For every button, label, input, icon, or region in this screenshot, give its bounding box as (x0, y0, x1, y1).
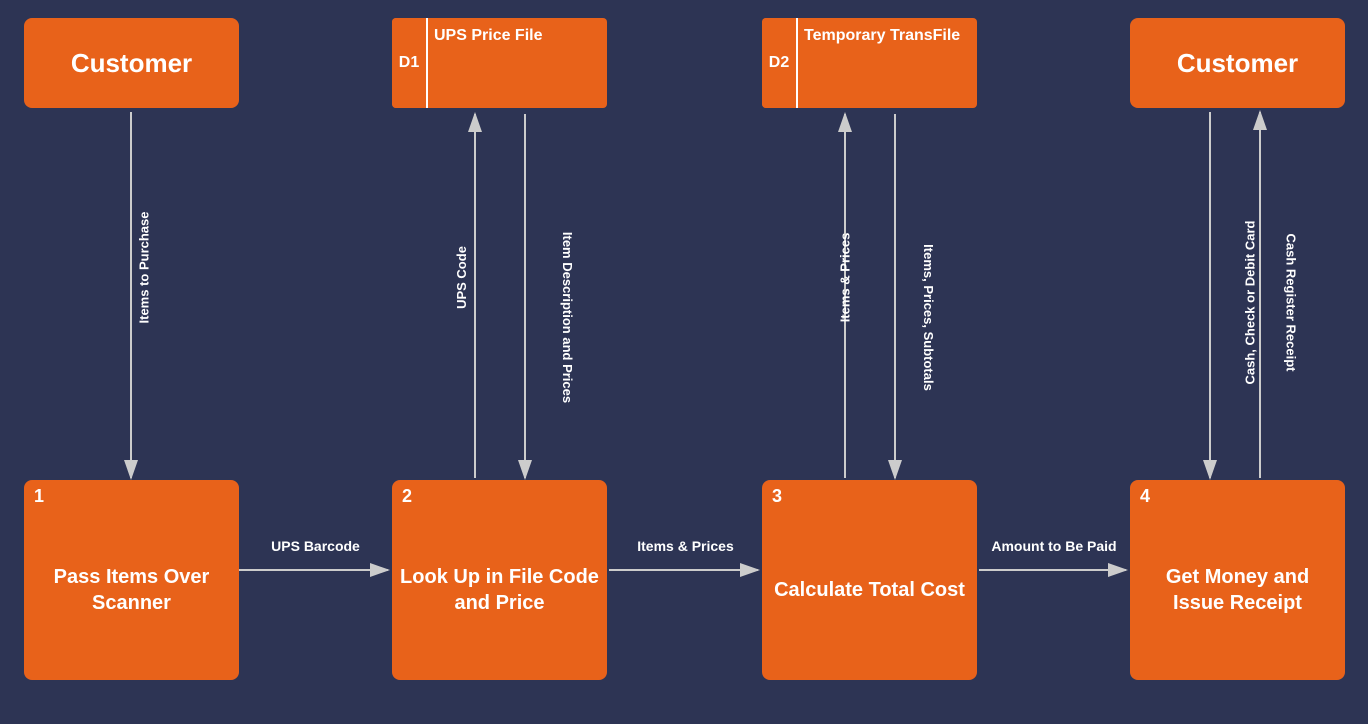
process-2-label: Look Up in File Code and Price (400, 564, 599, 616)
process-2-number: 2 (402, 486, 412, 507)
process-1-box: 1 Pass Items Over Scanner (24, 480, 239, 680)
label-cash-check: Cash, Check or Debit Card (1243, 221, 1258, 385)
process-3-number: 3 (772, 486, 782, 507)
d2-code: D2 (762, 18, 798, 108)
label-ups-barcode: UPS Barcode (248, 538, 383, 554)
d2-datastore: D2 Temporary TransFile (762, 18, 977, 108)
process-4-box: 4 Get Money and Issue Receipt (1130, 480, 1345, 680)
label-items-prices-horiz: Items & Prices (618, 538, 753, 554)
diagram-container: Customer D1 UPS Price File D2 Temporary … (0, 0, 1368, 724)
d1-name: UPS Price File (428, 18, 549, 55)
customer-right-box: Customer (1130, 18, 1345, 108)
label-item-description: Item Description and Prices (560, 232, 575, 403)
d1-datastore: D1 UPS Price File (392, 18, 607, 108)
label-items-to-purchase: Items to Purchase (137, 212, 152, 324)
label-items-prices-subtotals: Items, Prices, Subtotals (921, 244, 936, 391)
process-1-label: Pass Items Over Scanner (32, 564, 231, 616)
label-amount-paid: Amount to Be Paid (986, 538, 1122, 554)
process-3-label: Calculate Total Cost (774, 577, 965, 603)
customer-left-label: Customer (71, 48, 192, 79)
d2-name: Temporary TransFile (798, 18, 966, 55)
process-1-number: 1 (34, 486, 44, 507)
label-items-prices-vert: Items & Prices (837, 233, 852, 323)
customer-right-label: Customer (1177, 48, 1298, 79)
customer-left-box: Customer (24, 18, 239, 108)
process-3-box: 3 Calculate Total Cost (762, 480, 977, 680)
process-4-label: Get Money and Issue Receipt (1138, 564, 1337, 616)
d1-code: D1 (392, 18, 428, 108)
process-4-number: 4 (1140, 486, 1150, 507)
process-2-box: 2 Look Up in File Code and Price (392, 480, 607, 680)
label-cash-register-receipt: Cash Register Receipt (1284, 234, 1299, 372)
label-ups-code: UPS Code (454, 246, 469, 309)
